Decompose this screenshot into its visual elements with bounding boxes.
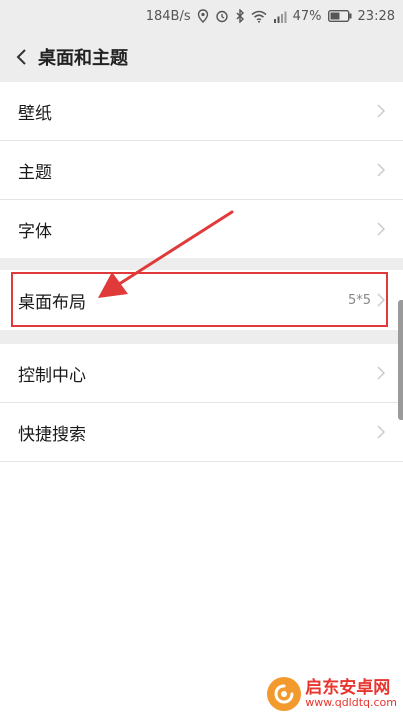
- status-bar: 184B/s 47% 23:28: [0, 0, 403, 32]
- settings-item-quick-search[interactable]: 快捷搜索: [0, 403, 403, 461]
- bluetooth-icon: [235, 9, 245, 23]
- clock: 23:28: [357, 8, 395, 24]
- signal-icon: [273, 10, 287, 23]
- chevron-left-icon: [16, 49, 26, 65]
- settings-item-label: 快捷搜索: [18, 424, 86, 445]
- settings-item-desktop-layout[interactable]: 桌面布局 5*5: [0, 270, 403, 330]
- divider: [0, 461, 403, 462]
- settings-item-control-center[interactable]: 控制中心: [0, 344, 403, 402]
- watermark: 启东安卓网 www.qdldtq.com: [267, 677, 397, 711]
- settings-item-theme[interactable]: 主题: [0, 141, 403, 199]
- wifi-icon: [251, 10, 267, 23]
- section-gap: [0, 258, 403, 270]
- settings-item-label: 控制中心: [18, 365, 86, 386]
- alarm-icon: [215, 9, 229, 23]
- settings-item-label: 壁纸: [18, 103, 52, 124]
- battery-icon: [327, 10, 352, 22]
- settings-item-value: 5*5: [347, 292, 371, 308]
- settings-item-label: 字体: [18, 221, 52, 242]
- battery-percent: 47%: [292, 8, 322, 24]
- settings-item-label: 桌面布局: [18, 292, 86, 313]
- chevron-right-icon: [377, 293, 387, 307]
- chevron-right-icon: [377, 104, 387, 118]
- settings-item-font[interactable]: 字体: [0, 200, 403, 258]
- scrollbar[interactable]: [398, 300, 403, 420]
- settings-item-label: 主题: [18, 162, 52, 183]
- chevron-right-icon: [377, 222, 387, 236]
- section-gap: [0, 330, 403, 344]
- back-button[interactable]: [4, 32, 38, 82]
- network-speed: 184B/s: [145, 8, 191, 24]
- page-header: 桌面和主题: [0, 32, 403, 82]
- watermark-title: 启东安卓网: [305, 677, 391, 698]
- chevron-right-icon: [377, 366, 387, 380]
- watermark-logo-icon: [267, 677, 302, 711]
- chevron-right-icon: [377, 163, 387, 177]
- settings-item-wallpaper[interactable]: 壁纸: [0, 82, 403, 140]
- chevron-right-icon: [377, 425, 387, 439]
- watermark-url: www.qdldtq.com: [305, 696, 397, 710]
- page-title: 桌面和主题: [38, 48, 128, 69]
- location-icon: [197, 9, 209, 23]
